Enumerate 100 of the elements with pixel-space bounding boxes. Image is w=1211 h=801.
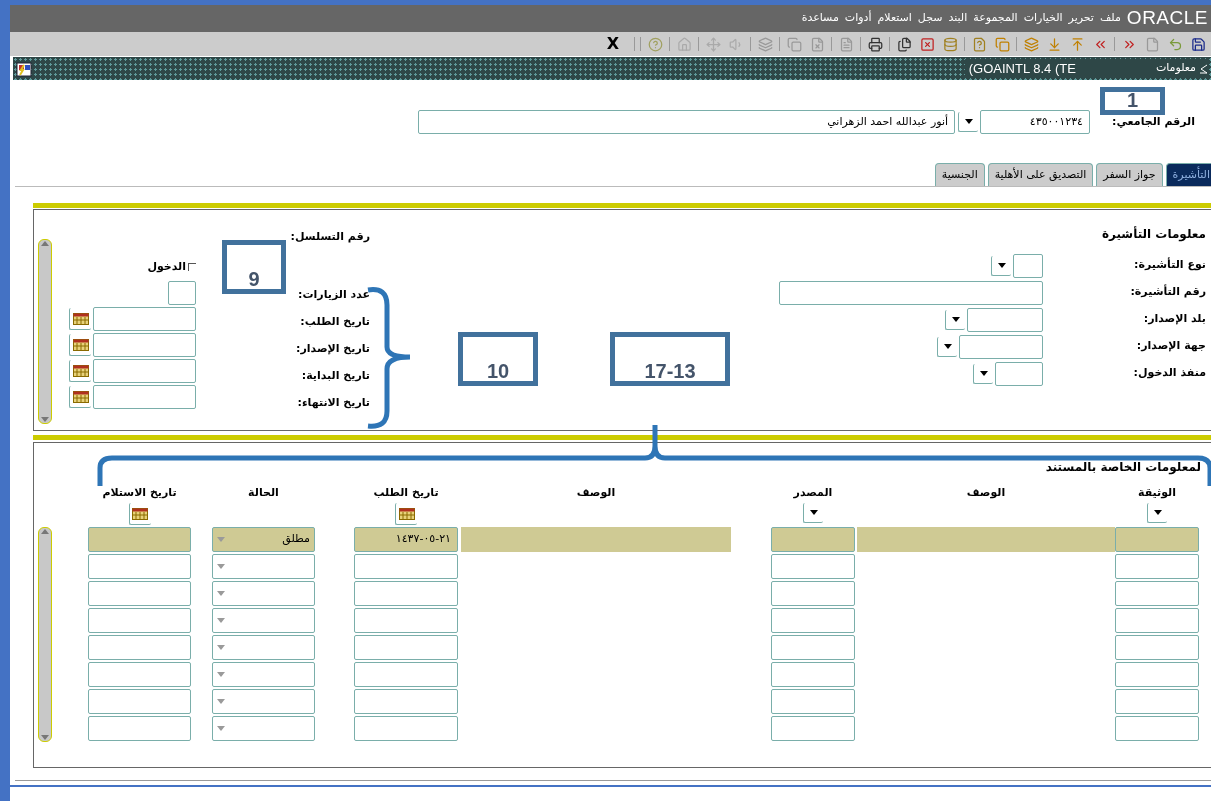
toolbar-icon xyxy=(1190,36,1206,52)
table-field[interactable] xyxy=(88,662,191,687)
table-field[interactable] xyxy=(771,689,855,714)
dropdown-button[interactable] xyxy=(973,363,993,384)
toolbar-icon xyxy=(971,36,987,52)
menu-item[interactable]: المجموعة xyxy=(973,10,1018,27)
menu-item[interactable]: استعلام xyxy=(877,10,912,27)
status-field[interactable]: مطلق xyxy=(212,527,315,552)
field-label: منفذ الدخول: xyxy=(1132,365,1206,382)
table-field[interactable] xyxy=(354,662,458,687)
table-field[interactable] xyxy=(354,635,458,660)
dropdown-button[interactable] xyxy=(958,112,978,132)
table-field[interactable] xyxy=(88,554,191,579)
calendar-button[interactable] xyxy=(69,360,91,382)
table-field[interactable] xyxy=(771,527,855,552)
dropdown-button[interactable] xyxy=(945,309,965,330)
tab[interactable]: الجنسية xyxy=(934,163,985,186)
column-header: الوصف xyxy=(576,485,616,499)
text-field[interactable] xyxy=(779,280,1043,305)
text-field[interactable] xyxy=(1013,253,1043,278)
text-field[interactable] xyxy=(995,361,1043,386)
caret-icon xyxy=(217,645,225,650)
status-field[interactable] xyxy=(212,635,315,660)
table-field[interactable] xyxy=(354,581,458,606)
table-field[interactable] xyxy=(1115,662,1199,687)
table-field[interactable] xyxy=(771,662,855,687)
status-field[interactable] xyxy=(212,716,315,741)
field-label: رقم التسلسل: xyxy=(290,229,370,245)
table-field[interactable] xyxy=(771,581,855,606)
calendar-button[interactable] xyxy=(128,503,151,525)
scrollbar[interactable] xyxy=(38,527,52,742)
calendar-button[interactable] xyxy=(69,386,91,408)
menu-item[interactable]: سجل xyxy=(917,10,943,27)
table-field[interactable] xyxy=(88,689,191,714)
dropdown-button[interactable] xyxy=(937,336,957,357)
tab[interactable]: التصديق على الأهلية xyxy=(987,163,1094,186)
toolbar-icon xyxy=(809,36,825,52)
date-field[interactable] xyxy=(93,307,196,331)
date-field[interactable] xyxy=(93,385,196,409)
table-field[interactable] xyxy=(771,716,855,741)
toolbar-button[interactable] xyxy=(918,35,936,53)
date-field[interactable] xyxy=(93,359,196,383)
status-field[interactable] xyxy=(212,689,315,714)
table-field[interactable] xyxy=(1115,689,1199,714)
toolbar-icon xyxy=(647,36,663,52)
status-field[interactable] xyxy=(212,581,315,606)
table-field[interactable] xyxy=(1115,527,1199,552)
status-field[interactable] xyxy=(212,554,315,579)
date-field[interactable] xyxy=(93,333,196,357)
table-field[interactable] xyxy=(354,689,458,714)
table-field[interactable] xyxy=(1115,635,1199,660)
table-field[interactable] xyxy=(88,608,191,633)
form-icon xyxy=(1199,63,1208,74)
caret-icon xyxy=(217,726,225,731)
menu-item[interactable]: مساعدة xyxy=(801,10,839,27)
menu-item[interactable]: ملف xyxy=(1099,10,1121,27)
field-label: جهة الإصدار: xyxy=(1135,338,1206,355)
toolbar-button[interactable] xyxy=(1189,35,1207,53)
table-field[interactable] xyxy=(88,527,191,552)
status-field[interactable] xyxy=(212,662,315,687)
table-field[interactable] xyxy=(354,608,458,633)
table-field[interactable] xyxy=(771,635,855,660)
menu-item[interactable]: أدوات xyxy=(844,10,872,27)
column-header: تاريخ الاستلام xyxy=(102,485,177,499)
status-field[interactable] xyxy=(212,608,315,633)
scrollbar[interactable] xyxy=(38,239,52,424)
text-field[interactable] xyxy=(967,307,1043,332)
calendar-button[interactable] xyxy=(395,503,417,525)
close-label[interactable]: X xyxy=(606,32,619,56)
menu-item[interactable]: الخيارات xyxy=(1023,10,1063,27)
calendar-button[interactable] xyxy=(69,334,91,356)
table-field[interactable]: ١٤٣٧-٠٥-٢١ xyxy=(354,527,458,552)
toolbar-icon xyxy=(786,36,802,52)
number-field[interactable] xyxy=(168,281,196,305)
table-field[interactable] xyxy=(88,635,191,660)
menu-item[interactable]: تحرير xyxy=(1068,10,1094,27)
menu-item[interactable]: البند xyxy=(948,10,968,27)
table-field[interactable] xyxy=(1115,716,1199,741)
text-field[interactable] xyxy=(959,334,1043,359)
table-field[interactable] xyxy=(1115,554,1199,579)
table-field[interactable] xyxy=(771,608,855,633)
id-field[interactable]: ٤٣٥٠٠١٢٣٤ xyxy=(980,110,1090,134)
toolbar-button[interactable] xyxy=(866,35,884,53)
table-field[interactable] xyxy=(88,716,191,741)
tab[interactable]: التأشيرة xyxy=(1165,163,1211,186)
caret-icon xyxy=(964,119,973,124)
tab[interactable]: جواز السفر xyxy=(1096,163,1163,186)
table-field[interactable] xyxy=(1115,581,1199,606)
name-field[interactable]: أنور عبدالله احمد الزهراني xyxy=(418,110,955,134)
table-field[interactable] xyxy=(88,581,191,606)
calendar-button[interactable] xyxy=(69,308,91,330)
section-title: لمعلومات الخاصة بالمستند xyxy=(1045,459,1201,474)
table-field[interactable] xyxy=(354,716,458,741)
table-field[interactable] xyxy=(771,554,855,579)
down-arrow-icon xyxy=(41,417,49,422)
dropdown-button[interactable] xyxy=(991,255,1011,276)
toolbar-button[interactable] xyxy=(895,35,913,53)
table-field[interactable] xyxy=(354,554,458,579)
caret-icon xyxy=(997,262,1006,268)
table-field[interactable] xyxy=(1115,608,1199,633)
